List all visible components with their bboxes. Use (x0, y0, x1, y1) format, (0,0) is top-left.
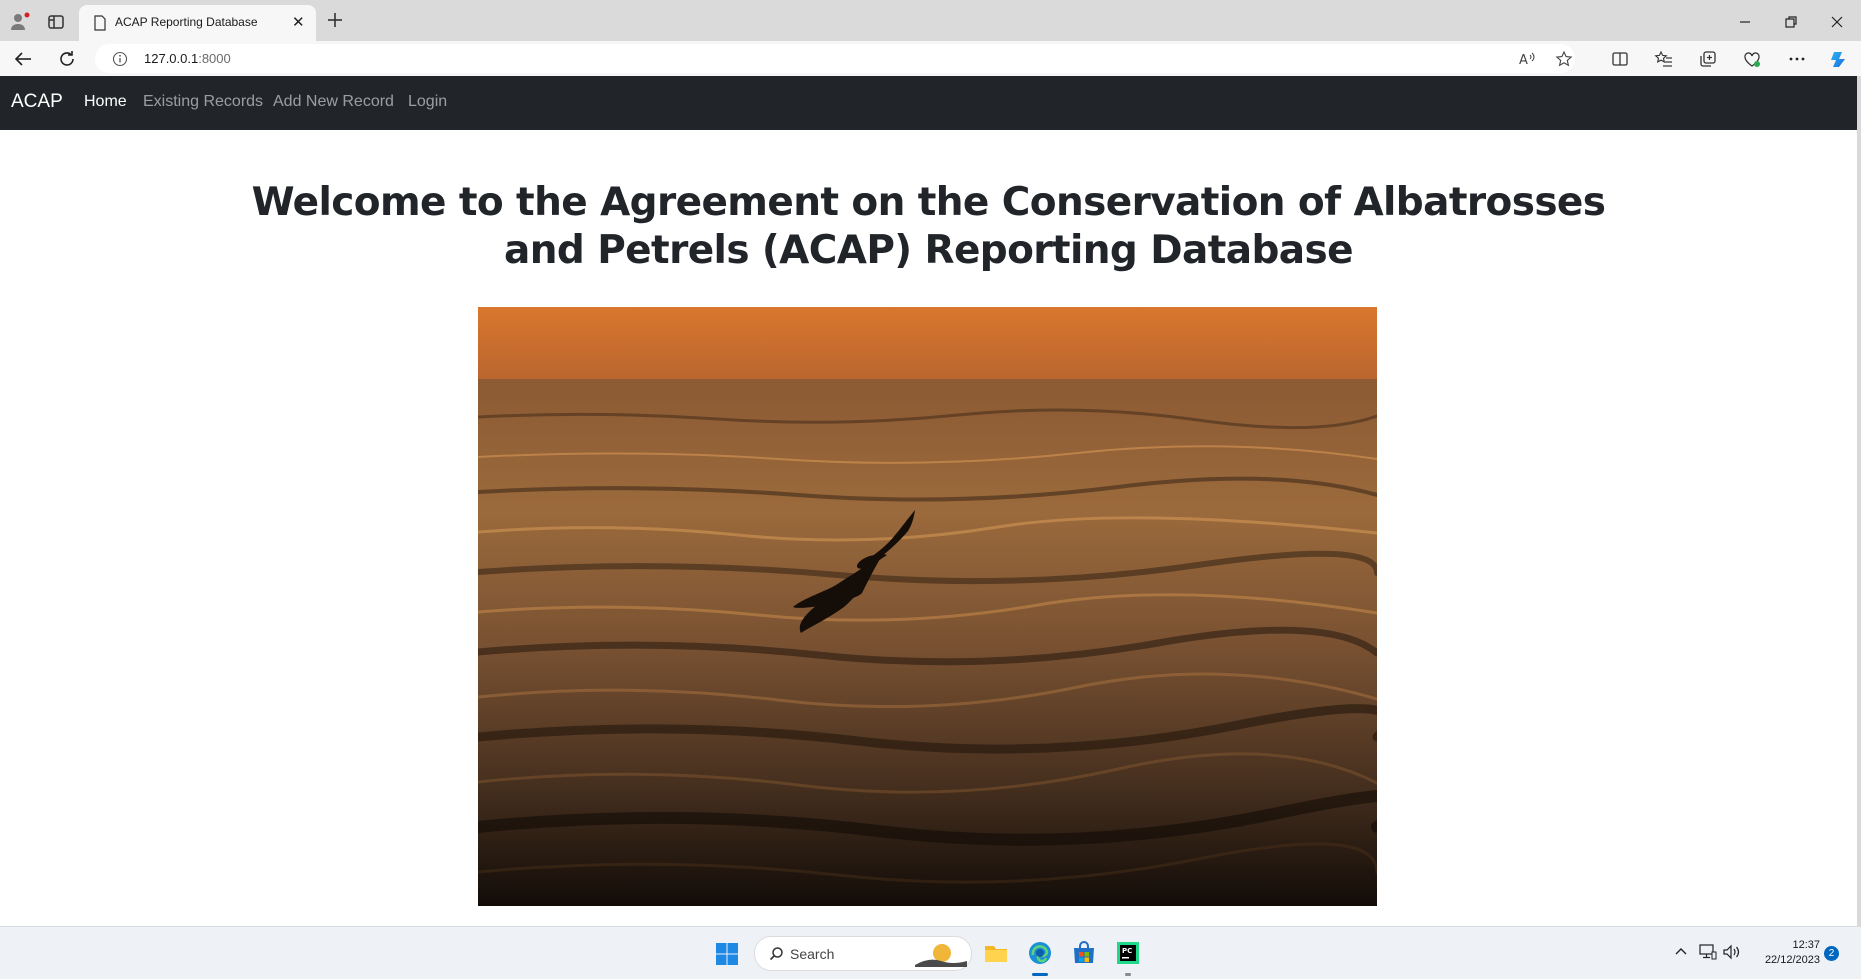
navbar-brand[interactable]: ACAP (11, 91, 63, 113)
nav-link-home[interactable]: Home (84, 93, 127, 111)
nav-link-login[interactable]: Login (408, 93, 447, 111)
minimize-icon[interactable] (1735, 12, 1755, 32)
browser-toolbar: 127.0.0.1:8000 A (0, 41, 1861, 76)
search-highlight-icon (915, 944, 967, 967)
svg-text:PC: PC (1122, 947, 1132, 955)
restore-icon[interactable] (1781, 12, 1801, 32)
notification-badge[interactable]: 2 (1824, 946, 1839, 961)
network-icon[interactable] (1698, 943, 1718, 961)
browser-tab[interactable]: ACAP Reporting Database ✕ (79, 5, 316, 41)
chevron-up-icon[interactable] (1673, 944, 1689, 958)
svg-text:A: A (1519, 53, 1528, 68)
search-label: Search (790, 946, 835, 962)
volume-icon[interactable] (1722, 943, 1742, 961)
address-bar[interactable]: 127.0.0.1:8000 A (95, 44, 1575, 73)
clock-time: 12:37 (1792, 939, 1820, 951)
page-title: Welcome to the Agreement on the Conserva… (251, 180, 1606, 274)
microsoft-store-icon[interactable] (1071, 940, 1097, 966)
url-host: 127.0.0.1 (144, 51, 199, 66)
url-port: :8000 (198, 51, 231, 66)
split-screen-icon[interactable] (1610, 49, 1630, 69)
reload-icon[interactable] (56, 48, 78, 70)
file-explorer-icon[interactable] (983, 940, 1009, 966)
vertical-tabs-icon[interactable] (46, 12, 66, 32)
windows-taskbar: Search PC 12:37 22/12/2023 2 (0, 926, 1861, 979)
tab-title: ACAP Reporting Database (115, 15, 258, 29)
url-text[interactable]: 127.0.0.1:8000 (144, 51, 231, 66)
read-aloud-icon[interactable]: A (1518, 50, 1536, 68)
active-app-indicator (1032, 973, 1048, 976)
browser-tab-bar: ACAP Reporting Database ✕ (0, 0, 1861, 41)
collections-icon[interactable] (1698, 49, 1718, 69)
pycharm-icon[interactable]: PC (1115, 940, 1141, 966)
profile-icon[interactable] (10, 12, 30, 32)
hero-image-albatross-over-sea (478, 307, 1377, 906)
more-menu-icon[interactable] (1787, 49, 1807, 69)
close-window-icon[interactable] (1827, 12, 1847, 32)
favorites-icon[interactable] (1654, 49, 1674, 69)
taskbar-search[interactable]: Search (754, 936, 972, 971)
running-app-indicator (1125, 973, 1131, 976)
page-icon (94, 15, 106, 31)
system-clock[interactable]: 12:37 22/12/2023 (1754, 938, 1820, 968)
favorite-star-icon[interactable] (1555, 50, 1573, 68)
copilot-icon[interactable] (1829, 49, 1849, 69)
nav-link-add-new-record[interactable]: Add New Record (273, 93, 394, 111)
new-tab-icon[interactable] (325, 10, 345, 30)
site-info-icon[interactable] (112, 51, 128, 67)
nav-link-existing-records[interactable]: Existing Records (143, 93, 263, 111)
windows-start-icon[interactable] (716, 943, 738, 965)
tab-close-icon[interactable]: ✕ (292, 14, 305, 32)
search-icon (769, 947, 783, 961)
clock-date: 22/12/2023 (1764, 954, 1820, 966)
site-navbar: ACAP Home Existing Records Add New Recor… (0, 76, 1857, 130)
page-viewport: ACAP Home Existing Records Add New Recor… (0, 76, 1857, 926)
back-arrow-icon[interactable] (12, 48, 34, 70)
edge-browser-icon[interactable] (1027, 940, 1053, 966)
browser-essentials-icon[interactable] (1742, 49, 1762, 69)
sunset-sea-illustration (478, 307, 1377, 906)
